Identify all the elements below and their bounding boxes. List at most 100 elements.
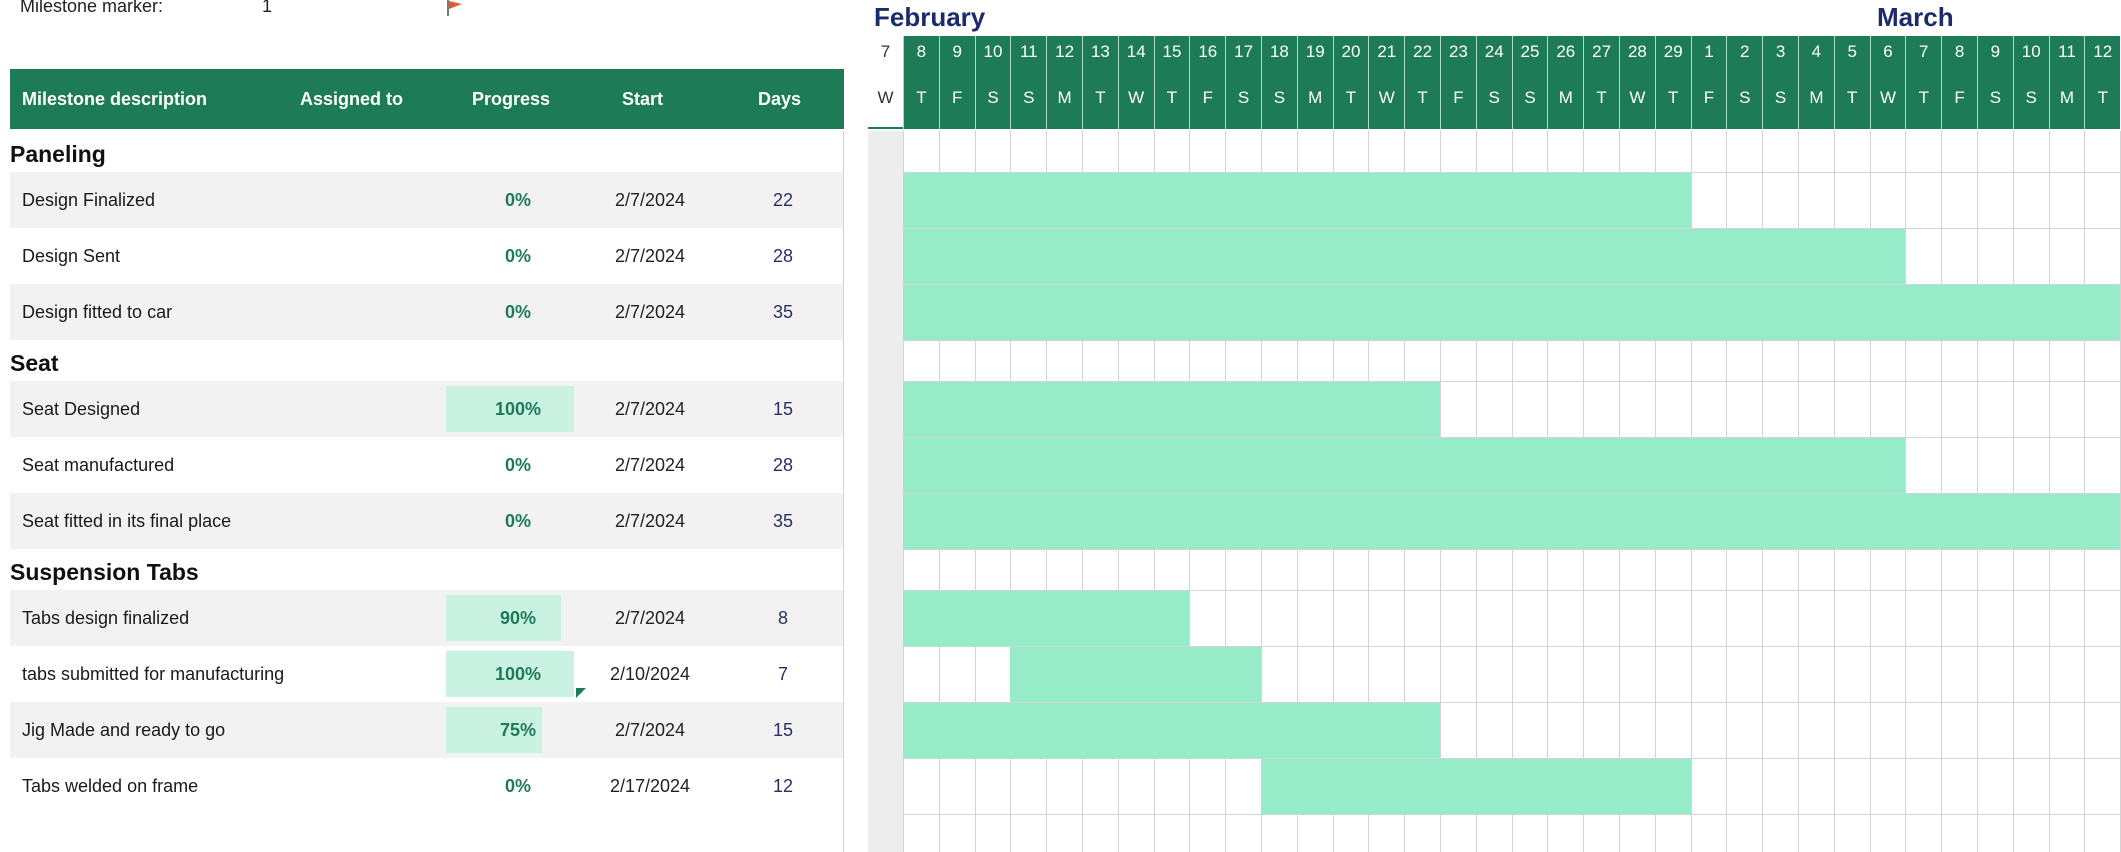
- task-description[interactable]: Seat fitted in its final place: [22, 493, 292, 549]
- day-column-header: 20 T: [1332, 36, 1369, 129]
- task-days[interactable]: 35: [728, 284, 838, 340]
- task-start-date[interactable]: 2/7/2024: [590, 590, 710, 646]
- grid-line-horizontal: [903, 549, 2121, 550]
- task-row[interactable]: Design Finalized 0% 2/7/2024 22: [10, 172, 844, 228]
- gantt-bar[interactable]: [1010, 646, 1261, 702]
- day-column-header: 28 W: [1619, 36, 1655, 129]
- day-of-week: S: [987, 88, 999, 107]
- task-days[interactable]: 7: [728, 646, 838, 702]
- day-of-week: T: [1668, 88, 1679, 107]
- task-row[interactable]: Seat manufactured 0% 2/7/2024 28: [10, 437, 844, 493]
- gantt-bar[interactable]: [903, 228, 1906, 284]
- task-days[interactable]: 28: [728, 228, 838, 284]
- task-progress[interactable]: 100%: [446, 646, 590, 702]
- task-start-date[interactable]: 2/7/2024: [590, 284, 710, 340]
- task-start-date[interactable]: 2/10/2024: [590, 646, 710, 702]
- day-column-header: 9S: [1977, 36, 2013, 129]
- task-start-date[interactable]: 2/7/2024: [590, 493, 710, 549]
- task-description[interactable]: Tabs welded on frame: [22, 758, 292, 814]
- header-milestone-description[interactable]: Milestone description: [22, 69, 207, 129]
- day-column-header: 6W: [1869, 36, 1906, 129]
- day-of-week: W: [1879, 88, 1897, 107]
- task-description[interactable]: Jig Made and ready to go: [22, 702, 292, 758]
- task-description[interactable]: Tabs design finalized: [22, 590, 292, 646]
- task-days[interactable]: 12: [728, 758, 838, 814]
- task-description[interactable]: Design Finalized: [22, 172, 292, 228]
- task-start-date[interactable]: 2/7/2024: [590, 228, 710, 284]
- task-start-date[interactable]: 2/7/2024: [590, 381, 710, 437]
- task-row[interactable]: Tabs design finalized 90% 2/7/2024 8: [10, 590, 844, 646]
- milestone-marker-value[interactable]: 1: [262, 0, 272, 17]
- gantt-bar[interactable]: [903, 590, 1190, 646]
- day-of-week: T: [2097, 88, 2108, 107]
- grid-line-horizontal: [903, 493, 2121, 494]
- task-description[interactable]: tabs submitted for manufacturing: [22, 646, 292, 702]
- day-of-week: S: [1524, 88, 1536, 107]
- task-progress[interactable]: 75%: [446, 702, 590, 758]
- day-column-header: 3S: [1762, 36, 1798, 129]
- task-row[interactable]: Design Sent 0% 2/7/2024 28: [10, 228, 844, 284]
- task-row[interactable]: Seat fitted in its final place 0% 2/7/2024…: [10, 493, 844, 549]
- day-column-header: 4M: [1798, 36, 1834, 129]
- section-title: Suspension Tabs: [10, 559, 199, 585]
- day-of-week: T: [1095, 88, 1106, 107]
- task-start-date[interactable]: 2/7/2024: [590, 702, 710, 758]
- header-progress[interactable]: Progress: [472, 69, 550, 129]
- task-progress[interactable]: 0%: [446, 437, 590, 493]
- task-progress[interactable]: 0%: [446, 758, 590, 814]
- day-number: 22: [1413, 42, 1433, 61]
- task-days[interactable]: 15: [728, 702, 838, 758]
- task-row[interactable]: Tabs welded on frame 0% 2/17/2024 12: [10, 758, 844, 814]
- day-column-header: 11 M: [2048, 36, 2085, 129]
- task-row[interactable]: Jig Made and ready to go 75% 2/7/2024 15: [10, 702, 844, 758]
- task-progress[interactable]: 0%: [446, 172, 590, 228]
- task-days[interactable]: 15: [728, 381, 838, 437]
- day-number: 9: [952, 42, 962, 61]
- grid-line-horizontal: [903, 702, 2121, 703]
- day-of-week: T: [1847, 88, 1858, 107]
- task-days[interactable]: 28: [728, 437, 838, 493]
- task-row[interactable]: Design fitted to car 0% 2/7/2024 35: [10, 284, 844, 340]
- task-progress[interactable]: 0%: [446, 284, 590, 340]
- day-number: 25: [1520, 42, 1540, 61]
- header-assigned-to[interactable]: Assigned to: [300, 69, 403, 129]
- gantt-bar[interactable]: [903, 702, 1440, 758]
- grid-line-vertical: [2048, 131, 2050, 852]
- day-column-header: 19 M: [1296, 36, 1333, 129]
- task-start-date[interactable]: 2/7/2024: [590, 437, 710, 493]
- gantt-bar[interactable]: [903, 493, 2121, 549]
- day-number: 7: [880, 42, 891, 61]
- task-description[interactable]: Seat manufactured: [22, 437, 292, 493]
- task-description[interactable]: Design Sent: [22, 228, 292, 284]
- day-column-header: 25 S: [1511, 36, 1548, 129]
- day-of-week: W: [1378, 88, 1395, 107]
- task-progress[interactable]: 90%: [446, 590, 590, 646]
- task-days[interactable]: 35: [728, 493, 838, 549]
- comment-indicator[interactable]: [576, 688, 586, 698]
- gantt-bar[interactable]: [903, 172, 1691, 228]
- task-progress[interactable]: 100%: [446, 381, 590, 437]
- header-days[interactable]: Days: [758, 69, 801, 129]
- day-of-week: W: [877, 88, 894, 107]
- task-days[interactable]: 22: [728, 172, 838, 228]
- task-start-date[interactable]: 2/7/2024: [590, 172, 710, 228]
- task-progress[interactable]: 0%: [446, 493, 590, 549]
- day-of-week: S: [1488, 88, 1500, 107]
- header-start[interactable]: Start: [622, 69, 663, 129]
- day-column-header: 26 M: [1547, 36, 1584, 129]
- gantt-bar[interactable]: [903, 437, 1906, 493]
- task-days[interactable]: 8: [728, 590, 838, 646]
- task-start-date[interactable]: 2/17/2024: [590, 758, 710, 814]
- day-column-header: 8T: [903, 36, 939, 129]
- gantt-bar[interactable]: [903, 284, 2121, 340]
- gantt-bar[interactable]: [903, 381, 1440, 437]
- task-row[interactable]: Seat Designed 100% 2/7/2024 15: [10, 381, 844, 437]
- day-of-week: M: [1809, 88, 1824, 107]
- gantt-bar[interactable]: [1261, 758, 1691, 814]
- grid-line-horizontal: [903, 381, 2121, 382]
- task-description[interactable]: Design fitted to car: [22, 284, 292, 340]
- task-row[interactable]: tabs submitted for manufacturing 100% 2/10…: [10, 646, 844, 702]
- day-number: 5: [1847, 42, 1857, 61]
- task-description[interactable]: Seat Designed: [22, 381, 292, 437]
- task-progress[interactable]: 0%: [446, 228, 590, 284]
